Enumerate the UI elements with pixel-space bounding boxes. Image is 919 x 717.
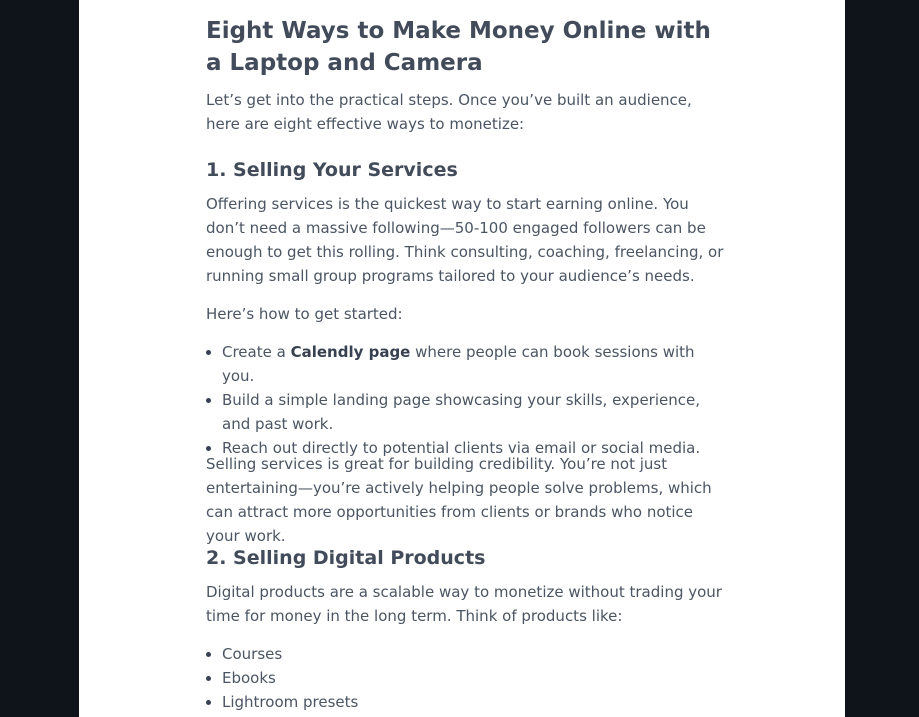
list-item: Build a simple landing page showcasing y… (206, 388, 726, 436)
list-item-text: Build a simple landing page showcasing y… (222, 391, 700, 433)
digital-products-list: Courses Ebooks Lightroom presets (206, 642, 726, 714)
credibility-paragraph: Selling services is great for building c… (206, 455, 712, 545)
services-steps-list: Create a Calendly page where people can … (206, 340, 726, 460)
services-paragraph: Offering services is the quickest way to… (206, 195, 724, 285)
article-page: Eight Ways to Make Money Online with a L… (79, 0, 845, 717)
bullet-icon (206, 398, 211, 403)
list-item: Lightroom presets (206, 690, 726, 714)
list-item: Courses (206, 642, 726, 666)
bullet-icon (206, 676, 211, 681)
get-started-paragraph: Here’s how to get started: (206, 305, 403, 323)
list-item-text-before: Create a (222, 343, 291, 361)
bullet-icon (206, 652, 211, 657)
list-item-text: Ebooks (222, 669, 276, 687)
bullet-icon (206, 350, 211, 355)
list-item: Create a Calendly page where people can … (206, 340, 726, 388)
list-item: Ebooks (206, 666, 726, 690)
list-item-text: Courses (222, 645, 283, 663)
intro-paragraph: Let’s get into the practical steps. Once… (206, 91, 692, 133)
digital-products-paragraph: Digital products are a scalable way to m… (206, 583, 722, 625)
section-heading-selling-services: 1. Selling Your Services (206, 159, 458, 181)
bullet-icon (206, 700, 211, 705)
section-heading-digital-products: 2. Selling Digital Products (206, 547, 486, 569)
list-item-text: Lightroom presets (222, 693, 359, 711)
bullet-icon (206, 446, 211, 451)
calendly-page-emphasis: Calendly page (290, 343, 411, 361)
article-title: Eight Ways to Make Money Online with a L… (206, 18, 711, 76)
